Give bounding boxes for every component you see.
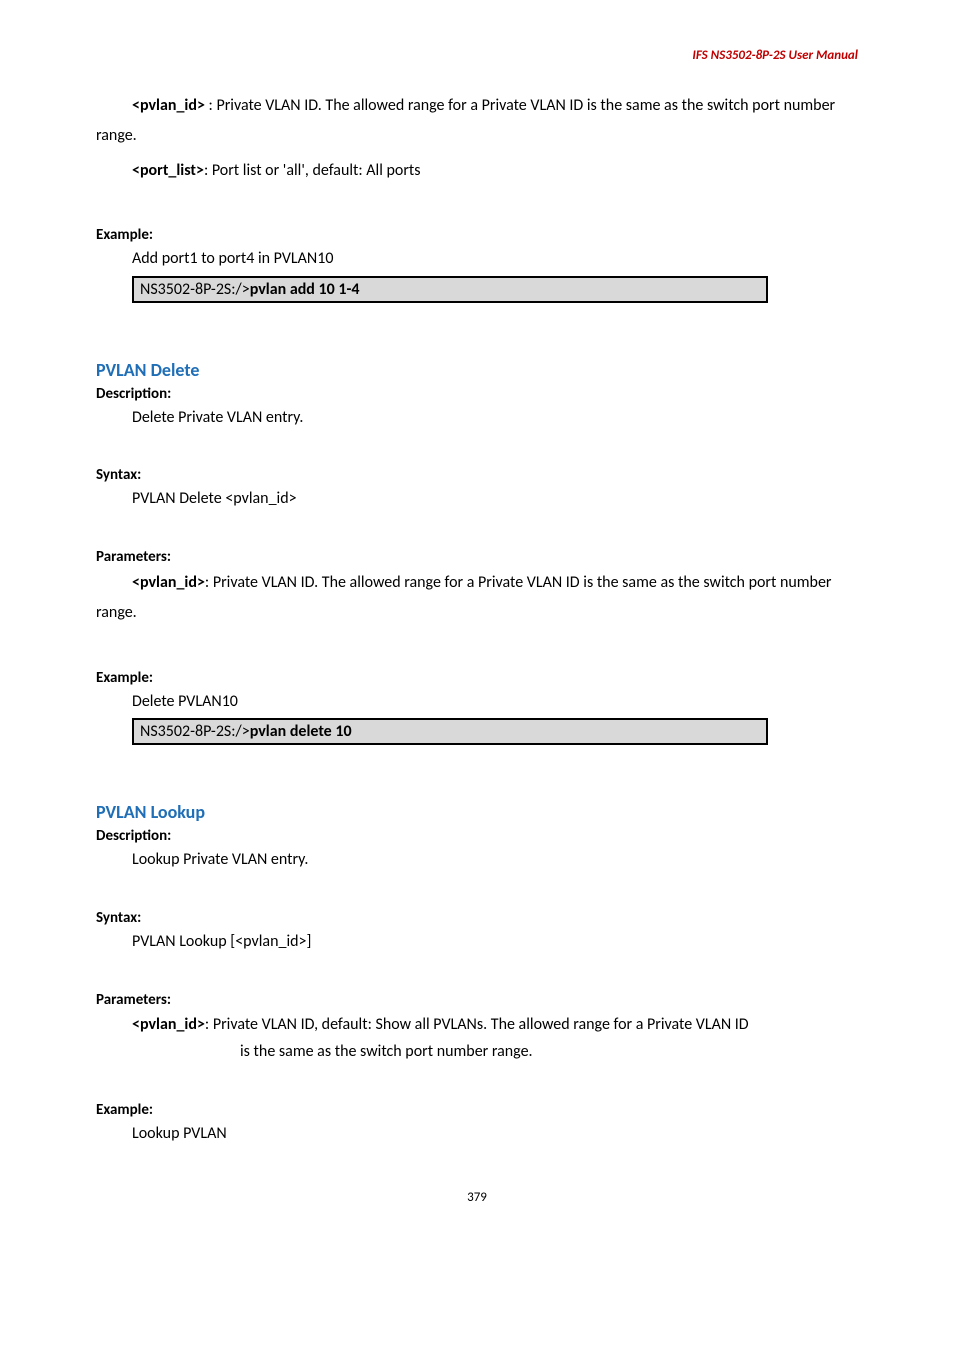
param-pvlan-id: <pvlan_id> : Private VLAN ID. The allowe… [96, 91, 858, 152]
param-key: <pvlan_id> [132, 573, 205, 592]
param-desc-line2: is the same as the switch port number ra… [240, 1038, 858, 1065]
example-label: Example: [96, 669, 858, 687]
param-key: <pvlan_id> [132, 96, 205, 115]
param-key: <pvlan_id> [132, 1015, 205, 1034]
param-desc: : Port list or 'all', default: All ports [204, 161, 421, 180]
param-key: <port_list> [132, 161, 204, 180]
section-title-pvlan-delete: PVLAN Delete [96, 359, 858, 381]
parameters-label: Parameters: [96, 991, 858, 1009]
param-port-list: <port_list>: Port list or 'all', default… [96, 156, 858, 186]
example-label: Example: [96, 1101, 858, 1119]
syntax-text: PVLAN Delete <pvlan_id> [132, 486, 858, 512]
section-title-pvlan-lookup: PVLAN Lookup [96, 801, 858, 823]
param-pvlan-id-lookup: <pvlan_id>: Private VLAN ID, default: Sh… [132, 1011, 858, 1065]
param-pvlan-id-delete: <pvlan_id>: Private VLAN ID. The allowed… [96, 568, 858, 629]
page-number: 379 [96, 1190, 858, 1205]
param-desc-line1: : Private VLAN ID, default: Show all PVL… [205, 1015, 749, 1034]
example-desc: Add port1 to port4 in PVLAN10 [132, 246, 858, 272]
syntax-label: Syntax: [96, 909, 858, 927]
example-label: Example: [96, 226, 858, 244]
param-desc: : Private VLAN ID. The allowed range for… [96, 573, 832, 622]
description-text: Lookup Private VLAN entry. [132, 847, 858, 873]
cli-box: NS3502-8P-2S:/>pvlan delete 10 [132, 718, 768, 745]
cli-command: pvlan add 10 1-4 [250, 280, 360, 299]
syntax-text: PVLAN Lookup [<pvlan_id>] [132, 929, 858, 955]
cli-prompt: NS3502-8P-2S:/> [140, 280, 250, 299]
description-label: Description: [96, 827, 858, 845]
description-label: Description: [96, 385, 858, 403]
example-desc: Delete PVLAN10 [132, 689, 858, 715]
syntax-label: Syntax: [96, 466, 858, 484]
cli-command: pvlan delete 10 [250, 722, 352, 741]
param-desc: : Private VLAN ID. The allowed range for… [96, 96, 835, 145]
description-text: Delete Private VLAN entry. [132, 405, 858, 431]
page-header: IFS NS3502-8P-2S User Manual [96, 48, 858, 63]
parameters-label: Parameters: [96, 548, 858, 566]
cli-box: NS3502-8P-2S:/>pvlan add 10 1-4 [132, 276, 768, 303]
cli-prompt: NS3502-8P-2S:/> [140, 722, 250, 741]
example-desc: Lookup PVLAN [132, 1121, 858, 1147]
